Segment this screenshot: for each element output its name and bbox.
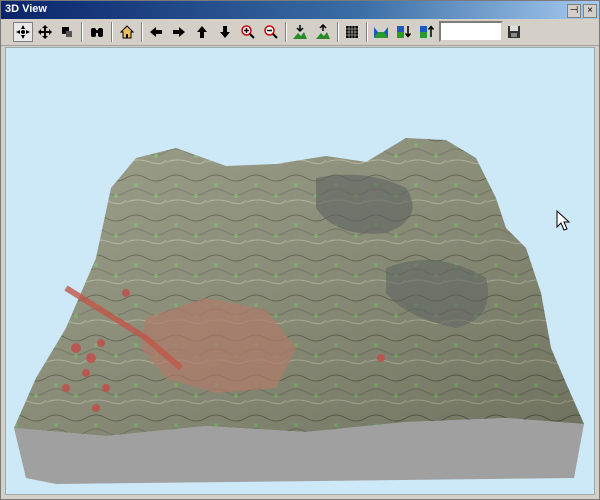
home-icon	[119, 25, 135, 39]
terrain-scene	[14, 138, 584, 484]
surface-button[interactable]	[371, 22, 391, 42]
terrain-up-button[interactable]	[313, 22, 333, 42]
move-up-button[interactable]	[192, 22, 212, 42]
terrain-down-button[interactable]	[290, 22, 310, 42]
window-title: 3D View	[5, 3, 47, 15]
grid-icon	[346, 26, 358, 38]
close-icon[interactable]: ×	[583, 4, 597, 18]
raise-button[interactable]	[417, 22, 437, 42]
toolbar-separator	[141, 22, 143, 42]
toolbar-separator	[337, 22, 339, 42]
mouse-cursor-icon	[556, 210, 571, 231]
lower-icon	[397, 26, 412, 38]
arrow-down-icon	[220, 26, 230, 38]
pan-button[interactable]	[35, 22, 55, 42]
pan-icon	[38, 25, 52, 39]
toolbar-separator	[81, 22, 83, 42]
toolbar-separator	[285, 22, 287, 42]
layers-button[interactable]	[57, 22, 77, 42]
window-3d-view: 3D View ⊣ ×	[0, 0, 600, 500]
binoculars-icon	[91, 28, 103, 37]
lower-button[interactable]	[394, 22, 414, 42]
raise-icon	[420, 25, 435, 38]
zoom-out-button[interactable]	[261, 22, 281, 42]
toolbar-separator	[111, 22, 113, 42]
grid-button[interactable]	[342, 22, 362, 42]
save-icon	[508, 26, 520, 38]
arrow-up-icon	[197, 26, 207, 38]
home-button[interactable]	[117, 22, 137, 42]
navigate-button[interactable]	[13, 22, 33, 42]
title-bar: 3D View ⊣ ×	[1, 1, 599, 19]
zoom-in-button[interactable]	[238, 22, 258, 42]
terrain-up-icon	[316, 24, 330, 39]
move-right-button[interactable]	[169, 22, 189, 42]
toolbar	[1, 19, 599, 46]
arrow-left-icon	[150, 27, 162, 37]
move-left-button[interactable]	[146, 22, 166, 42]
save-button[interactable]	[504, 22, 524, 42]
zoom-out-icon	[264, 25, 278, 39]
pin-icon[interactable]: ⊣	[567, 4, 581, 18]
toolbar-separator	[366, 22, 368, 42]
find-button[interactable]	[87, 22, 107, 42]
arrow-right-icon	[173, 27, 185, 37]
surface-icon	[374, 27, 388, 38]
terrain-shading	[14, 138, 584, 436]
layers-icon	[62, 27, 72, 37]
navigate-icon	[16, 25, 30, 39]
terrain-down-icon	[293, 25, 307, 39]
3d-viewport[interactable]	[5, 47, 595, 495]
zoom-in-icon	[241, 25, 255, 39]
scale-input[interactable]	[439, 21, 503, 42]
move-down-button[interactable]	[215, 22, 235, 42]
